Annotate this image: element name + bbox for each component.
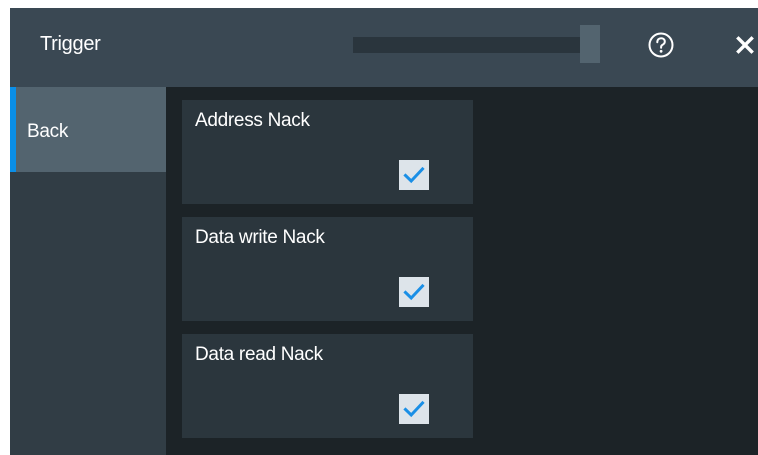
data-read-nack-checkbox[interactable] (399, 394, 429, 424)
close-icon (736, 36, 754, 54)
check-icon (403, 400, 425, 418)
option-data-write-nack[interactable]: Data write Nack (182, 217, 473, 321)
back-active-indicator (10, 87, 16, 172)
back-label: Back (27, 121, 69, 142)
data-write-nack-checkbox[interactable] (399, 277, 429, 307)
option-label: Address Nack (195, 110, 310, 131)
check-icon (403, 283, 425, 301)
dialog-header: Trigger (10, 8, 758, 87)
close-button[interactable] (730, 30, 758, 60)
trigger-dialog: Trigger Back Address Nack Data write Nac… (10, 8, 758, 455)
option-label: Data read Nack (195, 344, 323, 365)
dialog-title: Trigger (40, 33, 101, 55)
sidebar: Back (10, 87, 166, 455)
option-address-nack[interactable]: Address Nack (182, 100, 473, 204)
option-data-read-nack[interactable]: Data read Nack (182, 334, 473, 438)
help-button[interactable] (646, 30, 676, 60)
scroll-track[interactable] (353, 37, 599, 53)
check-icon (403, 166, 425, 184)
address-nack-checkbox[interactable] (399, 160, 429, 190)
back-button[interactable]: Back (10, 87, 166, 172)
help-circle-icon (648, 32, 674, 58)
scroll-thumb[interactable] (580, 25, 600, 63)
option-label: Data write Nack (195, 227, 325, 248)
